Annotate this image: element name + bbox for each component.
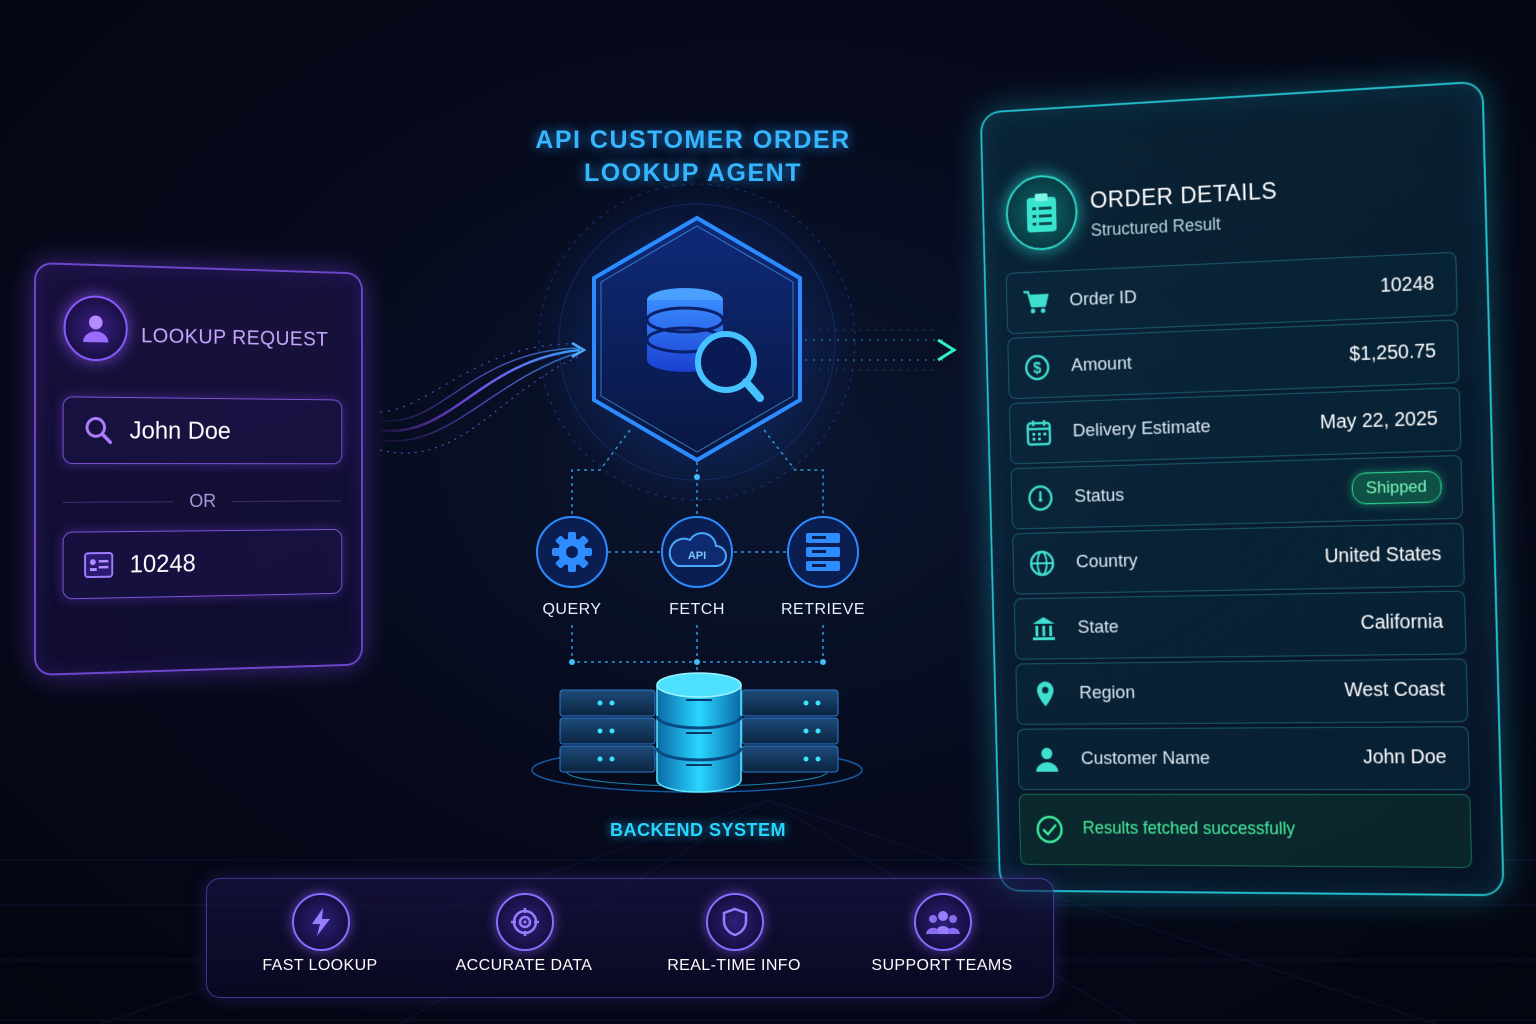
shield-icon: [706, 893, 764, 951]
check-circle-icon: [1035, 814, 1065, 850]
order-id-value: 10248: [129, 549, 196, 578]
order-details-title: ORDER DETAILS: [1089, 177, 1278, 214]
title-line-1: API CUSTOMER ORDER: [535, 126, 851, 154]
node-label-query: QUERY: [542, 601, 602, 618]
person-icon: [1033, 745, 1061, 774]
success-message-row: Results fetched successfully: [1018, 793, 1473, 868]
id-card-icon: [83, 550, 114, 580]
row-customer-name: Customer Name John Doe: [1016, 726, 1471, 791]
clock-icon: [1026, 483, 1054, 513]
row-state: State California: [1013, 590, 1467, 660]
order-id-field[interactable]: 10248: [62, 528, 343, 600]
lightning-icon: [292, 893, 350, 951]
row-amount: $ Amount $1,250.75: [1007, 319, 1460, 400]
status-badge: Shipped: [1351, 470, 1442, 505]
svg-text:API: API: [688, 550, 706, 562]
dollar-icon: $: [1023, 353, 1051, 383]
row-status: Status Shipped: [1010, 454, 1464, 530]
backend-system-label: BACKEND SYSTEM: [609, 820, 786, 840]
gear-icon: [552, 532, 592, 572]
row-value: John Doe: [1362, 746, 1447, 769]
row-value: May 22, 2025: [1319, 407, 1439, 434]
success-message: Results fetched successfully: [1082, 818, 1296, 839]
calendar-icon: [1025, 418, 1053, 448]
feature-label: FAST LOOKUP: [262, 957, 378, 974]
row-label: Status: [1074, 485, 1125, 507]
backend-servers: [531, 672, 863, 793]
server-icon: [806, 533, 840, 571]
target-icon: [496, 893, 554, 951]
row-delivery-estimate: Delivery Estimate May 22, 2025: [1008, 387, 1462, 465]
lookup-request-title: LOOKUP REQUEST: [141, 324, 329, 351]
row-label: Country: [1075, 550, 1138, 573]
order-details-subtitle: Structured Result: [1090, 214, 1221, 241]
or-label: OR: [189, 491, 217, 512]
customer-name-value: John Doe: [129, 416, 231, 445]
feature-accurate-data: ACCURATE DATA: [419, 879, 629, 997]
user-icon: [63, 294, 128, 362]
title-line-2: LOOKUP AGENT: [583, 159, 802, 187]
feature-label: ACCURATE DATA: [455, 957, 593, 974]
customer-name-field[interactable]: John Doe: [62, 396, 343, 465]
order-details-panel: ORDER DETAILS Structured Result Order ID…: [979, 80, 1505, 897]
clipboard-icon: [1005, 173, 1079, 252]
globe-icon: [1028, 549, 1056, 578]
feature-support-teams: SUPPORT TEAMS: [837, 879, 1047, 997]
lookup-request-panel: LOOKUP REQUEST John Doe OR 10248: [34, 262, 363, 676]
feature-label: REAL-TIME INFO: [667, 957, 801, 974]
row-label: Amount: [1070, 353, 1132, 376]
node-label-retrieve: RETRIEVE: [780, 601, 865, 618]
feature-label: SUPPORT TEAMS: [871, 957, 1013, 974]
node-label-fetch: FETCH: [669, 601, 725, 618]
cart-icon: [1022, 287, 1050, 317]
row-label: Customer Name: [1080, 748, 1211, 769]
feature-real-time-info: REAL-TIME INFO: [629, 879, 839, 997]
row-value: United States: [1324, 543, 1442, 568]
bank-icon: [1030, 614, 1058, 643]
diagram-title: API CUSTOMER ORDER LOOKUP AGENT: [518, 124, 868, 190]
row-label: Region: [1079, 682, 1136, 704]
feature-bar: FAST LOOKUP ACCURATE DATA REAL-TIME INFO…: [206, 878, 1054, 998]
location-pin-icon: [1031, 679, 1059, 708]
row-value: 10248: [1379, 272, 1435, 297]
row-value: California: [1360, 610, 1444, 634]
row-label: Order ID: [1069, 287, 1138, 311]
row-region: Region West Coast: [1015, 658, 1469, 725]
row-label: State: [1077, 616, 1119, 638]
row-value: West Coast: [1344, 678, 1446, 702]
row-country: Country United States: [1012, 522, 1465, 595]
search-icon: [83, 414, 114, 446]
row-label: Delivery Estimate: [1072, 416, 1211, 442]
row-value: $1,250.75: [1349, 340, 1437, 366]
team-icon: [914, 893, 972, 951]
svg-text:$: $: [1033, 360, 1042, 377]
feature-fast-lookup: FAST LOOKUP: [215, 879, 425, 997]
